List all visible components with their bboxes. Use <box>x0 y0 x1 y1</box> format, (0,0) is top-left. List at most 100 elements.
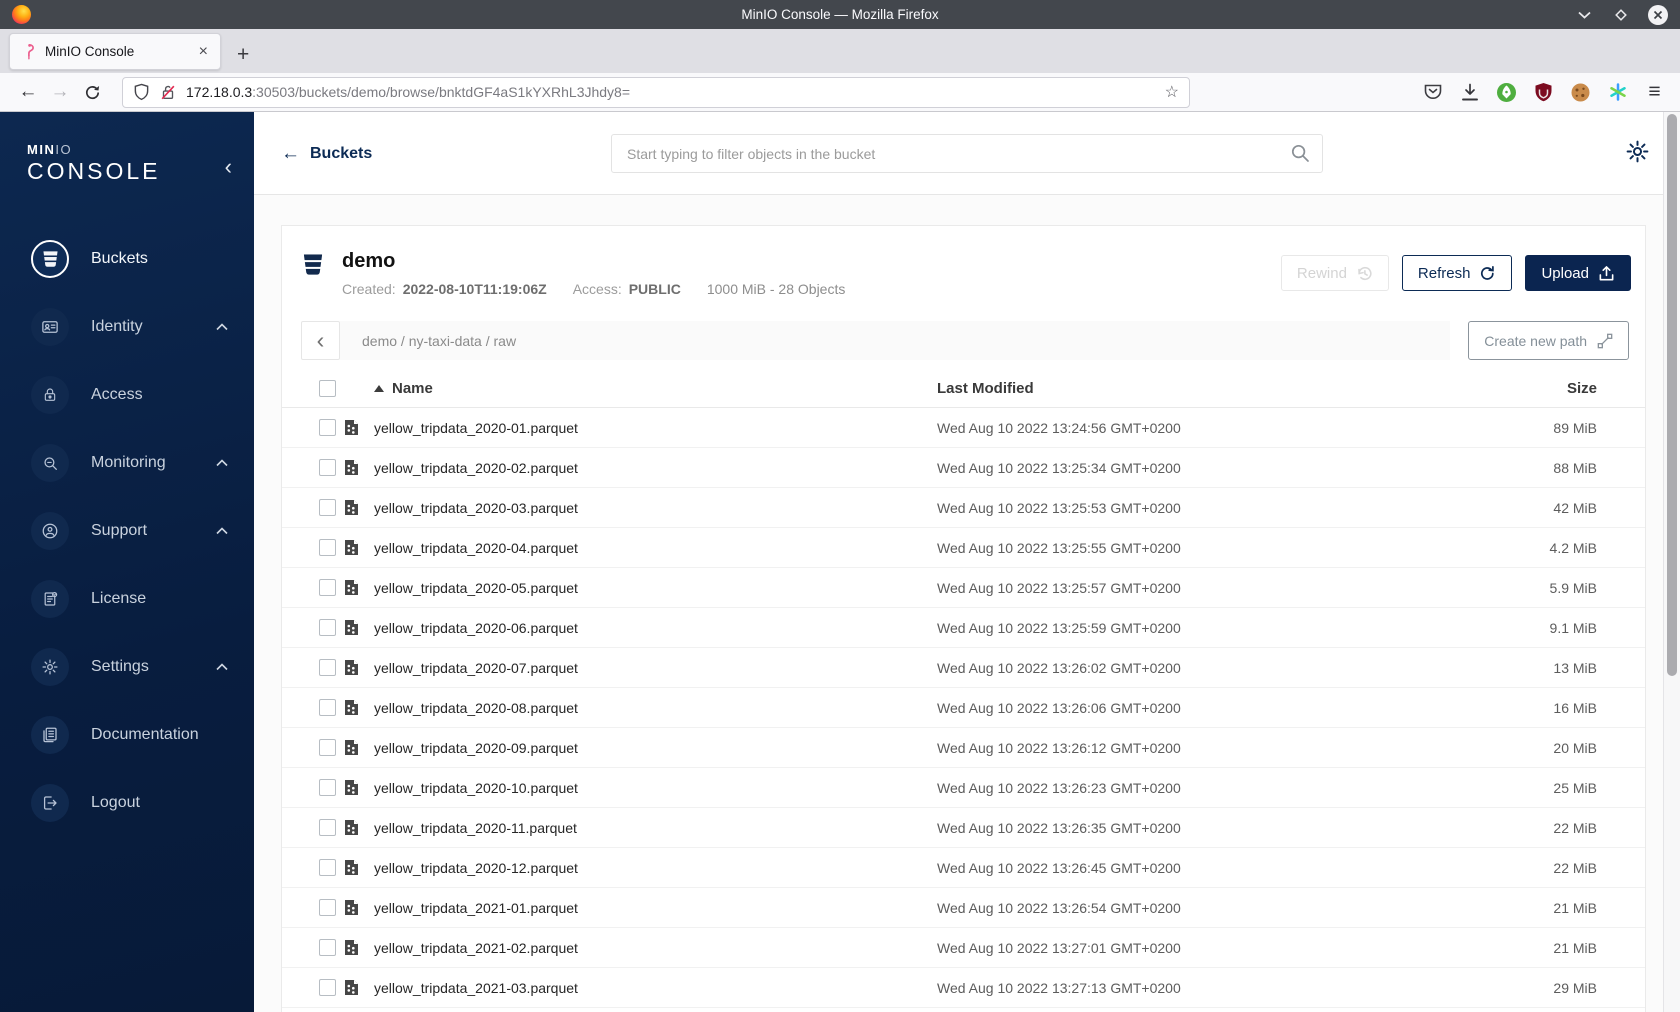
table-row[interactable]: yellow_tripdata_2020-07.parquet Wed Aug … <box>282 648 1645 688</box>
column-size[interactable]: Size <box>1485 380 1597 397</box>
table-row[interactable]: yellow_tripdata_2020-03.parquet Wed Aug … <box>282 488 1645 528</box>
table-row[interactable]: yellow_tripdata_2020-05.parquet Wed Aug … <box>282 568 1645 608</box>
row-checkbox[interactable] <box>319 459 336 476</box>
object-name[interactable]: yellow_tripdata_2020-07.parquet <box>374 660 937 676</box>
sidebar-item-access[interactable]: Access <box>0 361 254 429</box>
row-checkbox[interactable] <box>319 699 336 716</box>
new-tab-button[interactable]: + <box>237 44 249 65</box>
sidebar-item-logout[interactable]: Logout <box>0 769 254 837</box>
bookmark-star-icon[interactable]: ☆ <box>1165 82 1179 102</box>
table-row[interactable]: yellow_tripdata_2021-02.parquet Wed Aug … <box>282 928 1645 968</box>
rewind-button[interactable]: Rewind <box>1280 255 1389 291</box>
window-maximize-icon[interactable] <box>1611 5 1631 25</box>
path-back-button[interactable]: ‹ <box>301 321 340 360</box>
table-row[interactable]: yellow_tripdata_2020-04.parquet Wed Aug … <box>282 528 1645 568</box>
sidebar-item-license[interactable]: License <box>0 565 254 633</box>
page-scrollbar[interactable] <box>1663 112 1680 1012</box>
forward-button[interactable]: → <box>44 81 76 103</box>
menu-hamburger-icon[interactable]: ≡ <box>1643 80 1666 104</box>
back-button[interactable]: ← <box>12 81 44 103</box>
column-last-modified[interactable]: Last Modified <box>937 380 1485 397</box>
table-row[interactable]: yellow_tripdata_2020-12.parquet Wed Aug … <box>282 848 1645 888</box>
select-all-checkbox[interactable] <box>319 380 336 397</box>
url-bar[interactable]: 172.18.0.3:30503/buckets/demo/browse/bnk… <box>122 76 1190 108</box>
reload-button[interactable] <box>76 84 108 101</box>
sort-ascending-icon[interactable] <box>374 385 384 392</box>
url-text[interactable]: 172.18.0.3:30503/buckets/demo/browse/bnk… <box>186 84 1165 100</box>
preferences-gear-icon[interactable] <box>1625 139 1650 164</box>
back-to-buckets[interactable]: ← Buckets <box>281 144 372 163</box>
sidebar-item-label: Settings <box>91 658 149 675</box>
object-name[interactable]: yellow_tripdata_2021-01.parquet <box>374 900 937 916</box>
sidebar-item-documentation[interactable]: Documentation <box>0 701 254 769</box>
object-name[interactable]: yellow_tripdata_2020-10.parquet <box>374 780 937 796</box>
downloads-icon[interactable] <box>1458 81 1481 104</box>
object-name[interactable]: yellow_tripdata_2020-03.parquet <box>374 500 937 516</box>
row-checkbox[interactable] <box>319 619 336 636</box>
object-filter-input[interactable] <box>611 134 1323 173</box>
sidebar-item-buckets[interactable]: Buckets <box>0 225 254 293</box>
chevron-up-icon[interactable] <box>216 323 228 331</box>
row-checkbox[interactable] <box>319 579 336 596</box>
table-row[interactable]: yellow_tripdata_2020-11.parquet Wed Aug … <box>282 808 1645 848</box>
sidebar-collapse-icon[interactable]: ‹ <box>225 156 232 178</box>
sidebar-item-identity[interactable]: Identity <box>0 293 254 361</box>
object-name[interactable]: yellow_tripdata_2020-01.parquet <box>374 420 937 436</box>
scrollbar-thumb[interactable] <box>1667 114 1677 676</box>
object-file-icon <box>345 700 358 715</box>
sidebar-item-support[interactable]: Support <box>0 497 254 565</box>
object-name[interactable]: yellow_tripdata_2020-02.parquet <box>374 460 937 476</box>
table-row[interactable]: yellow_tripdata_2020-10.parquet Wed Aug … <box>282 768 1645 808</box>
chevron-up-icon[interactable] <box>216 663 228 671</box>
chevron-up-icon[interactable] <box>216 527 228 535</box>
row-checkbox[interactable] <box>319 859 336 876</box>
row-checkbox[interactable] <box>319 779 336 796</box>
row-checkbox[interactable] <box>319 979 336 996</box>
object-name[interactable]: yellow_tripdata_2020-05.parquet <box>374 580 937 596</box>
window-close-icon[interactable] <box>1648 4 1668 25</box>
tab-close-icon[interactable]: × <box>195 43 212 60</box>
sidebar-item-monitoring[interactable]: Monitoring <box>0 429 254 497</box>
table-row[interactable]: yellow_tripdata_2021-01.parquet Wed Aug … <box>282 888 1645 928</box>
row-checkbox[interactable] <box>319 499 336 516</box>
window-minimize-icon[interactable] <box>1574 5 1594 25</box>
table-row[interactable]: yellow_tripdata_2020-02.parquet Wed Aug … <box>282 448 1645 488</box>
object-name[interactable]: yellow_tripdata_2020-08.parquet <box>374 700 937 716</box>
upload-button[interactable]: Upload <box>1525 255 1631 291</box>
pocket-icon[interactable] <box>1421 81 1444 104</box>
shield-permissions-icon[interactable] <box>133 83 150 101</box>
row-checkbox[interactable] <box>319 939 336 956</box>
container-asterisk-extension-icon[interactable] <box>1606 81 1629 104</box>
row-checkbox[interactable] <box>319 419 336 436</box>
privacy-badger-extension-icon[interactable] <box>1495 81 1518 104</box>
table-row[interactable]: yellow_tripdata_2020-01.parquet Wed Aug … <box>282 408 1645 448</box>
create-new-path-button[interactable]: Create new path <box>1468 321 1629 360</box>
object-name[interactable]: yellow_tripdata_2020-04.parquet <box>374 540 937 556</box>
row-checkbox[interactable] <box>319 739 336 756</box>
object-name[interactable]: yellow_tripdata_2020-11.parquet <box>374 820 937 836</box>
insecure-lock-icon[interactable] <box>159 83 177 101</box>
row-checkbox[interactable] <box>319 659 336 676</box>
object-name[interactable]: yellow_tripdata_2021-02.parquet <box>374 940 937 956</box>
row-checkbox[interactable] <box>319 899 336 916</box>
sidebar-item-settings[interactable]: Settings <box>0 633 254 701</box>
ublock-origin-extension-icon[interactable] <box>1532 81 1555 104</box>
row-checkbox[interactable] <box>319 539 336 556</box>
table-row[interactable]: yellow_tripdata_2021-03.parquet Wed Aug … <box>282 968 1645 1008</box>
refresh-button[interactable]: Refresh <box>1401 255 1513 291</box>
column-name[interactable]: Name <box>392 380 433 397</box>
breadcrumb[interactable]: demo / ny-taxi-data / raw <box>340 321 1450 360</box>
cookie-extension-icon[interactable] <box>1569 81 1592 104</box>
object-name[interactable]: yellow_tripdata_2020-09.parquet <box>374 740 937 756</box>
row-checkbox[interactable] <box>319 819 336 836</box>
object-name[interactable]: yellow_tripdata_2020-12.parquet <box>374 860 937 876</box>
chevron-up-icon[interactable] <box>216 459 228 467</box>
table-row[interactable]: yellow_tripdata_2020-08.parquet Wed Aug … <box>282 688 1645 728</box>
tab-bar: MinIO Console × + <box>0 29 1680 73</box>
license-icon <box>31 580 69 618</box>
object-name[interactable]: yellow_tripdata_2020-06.parquet <box>374 620 937 636</box>
object-name[interactable]: yellow_tripdata_2021-03.parquet <box>374 980 937 996</box>
table-row[interactable]: yellow_tripdata_2020-09.parquet Wed Aug … <box>282 728 1645 768</box>
table-row[interactable]: yellow_tripdata_2020-06.parquet Wed Aug … <box>282 608 1645 648</box>
tab-minio-console[interactable]: MinIO Console × <box>9 33 221 70</box>
